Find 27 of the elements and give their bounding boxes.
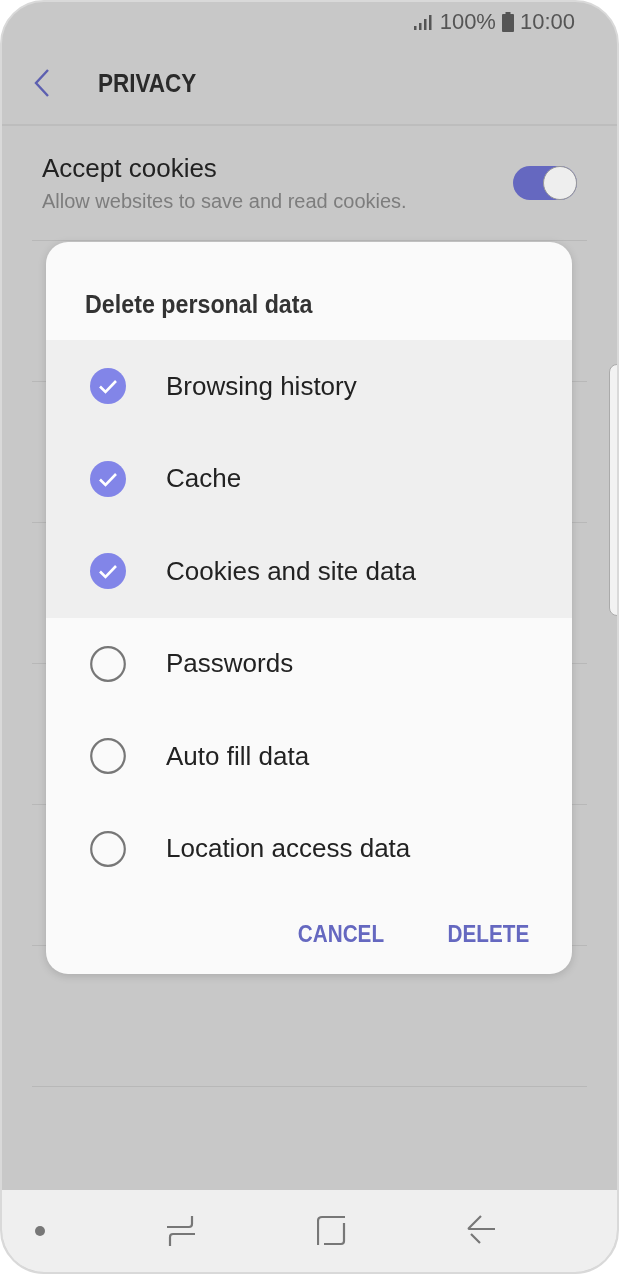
screen-title: PRIVACY [98, 68, 197, 98]
checked-checkbox-icon[interactable] [90, 368, 126, 405]
battery-level: 100% [439, 9, 496, 35]
dialog-title: Delete personal data [84, 289, 314, 320]
delete-button[interactable]: DELETE [437, 913, 541, 956]
checkbox-icon[interactable] [90, 738, 126, 775]
checked-checkbox-icon[interactable] [90, 553, 126, 590]
cancel-button[interactable]: CANCEL [287, 913, 396, 956]
option-row[interactable]: Auto fill data [46, 710, 572, 803]
option-row[interactable]: Location access data [46, 802, 572, 895]
recent-apps-icon[interactable] [166, 1215, 197, 1247]
setting-title: Accept cookies [42, 153, 218, 184]
checkbox-icon[interactable] [90, 830, 126, 867]
setting-description: Allow websites to save and read cookies. [42, 190, 407, 213]
back-icon[interactable] [34, 68, 50, 98]
home-icon[interactable] [316, 1215, 347, 1247]
battery-icon [501, 12, 514, 32]
clock-time: 10:00 [519, 9, 575, 35]
option-row[interactable]: Browsing history [46, 340, 572, 433]
dot-icon[interactable] [34, 1225, 46, 1237]
option-row[interactable]: Passwords [46, 617, 572, 710]
option-row[interactable]: Cache [46, 432, 572, 525]
signal-icon [413, 14, 434, 30]
checkbox-icon[interactable] [90, 645, 126, 682]
option-row[interactable]: Cookies and site data [46, 525, 572, 618]
checked-checkbox-icon[interactable] [90, 460, 126, 497]
toggle-switch[interactable] [513, 166, 577, 200]
